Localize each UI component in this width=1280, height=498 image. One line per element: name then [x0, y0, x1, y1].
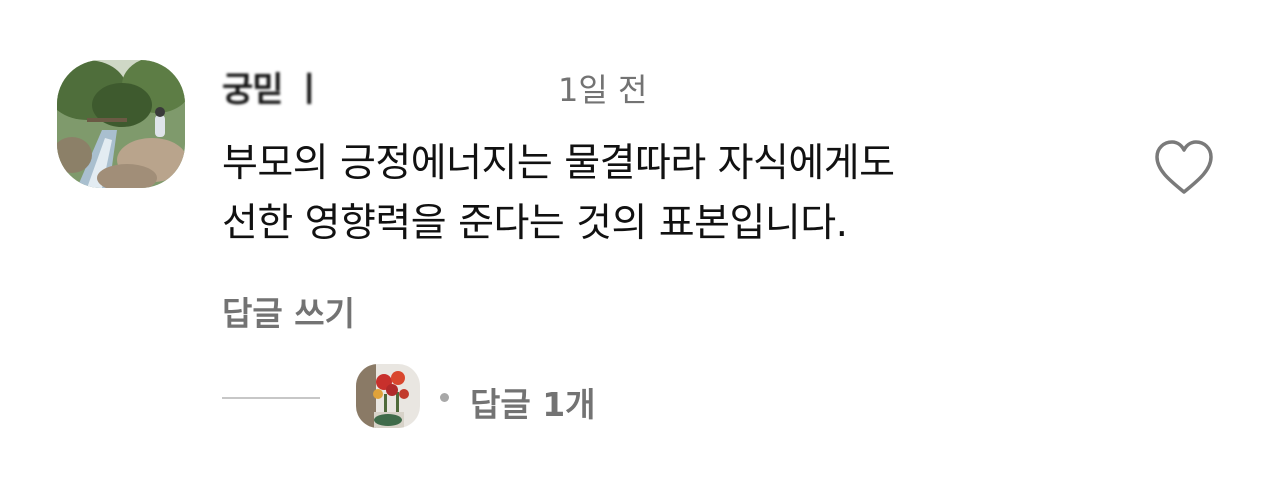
comment-username[interactable]: 궁믿 ㅣ: [222, 62, 325, 111]
reply-button[interactable]: 답글 쓰기: [222, 287, 355, 335]
separator-dot: [440, 393, 449, 402]
like-button[interactable]: [1152, 138, 1216, 198]
comment-text: 부모의 긍정에너지는 물결따라 자식에게도 선한 영향력을 준다는 것의 표본입…: [222, 134, 1082, 254]
comment-timestamp: 1일 전: [558, 71, 648, 109]
commenter-avatar[interactable]: [57, 60, 185, 188]
avatar-photo-waterfall: [57, 60, 185, 188]
replies-divider: [222, 397, 320, 399]
view-replies-button[interactable]: 답글 1개: [470, 378, 596, 426]
comment-text-line: 부모의 긍정에너지는 물결따라 자식에게도: [222, 141, 895, 186]
comment-text-line: 선한 영향력을 준다는 것의 표본입니다.: [222, 201, 848, 246]
reply-author-avatar: [356, 364, 420, 428]
heart-outline-icon: [1155, 140, 1213, 194]
avatar-photo-flowers: [356, 364, 420, 428]
view-replies-row[interactable]: 답글 1개: [222, 364, 722, 432]
